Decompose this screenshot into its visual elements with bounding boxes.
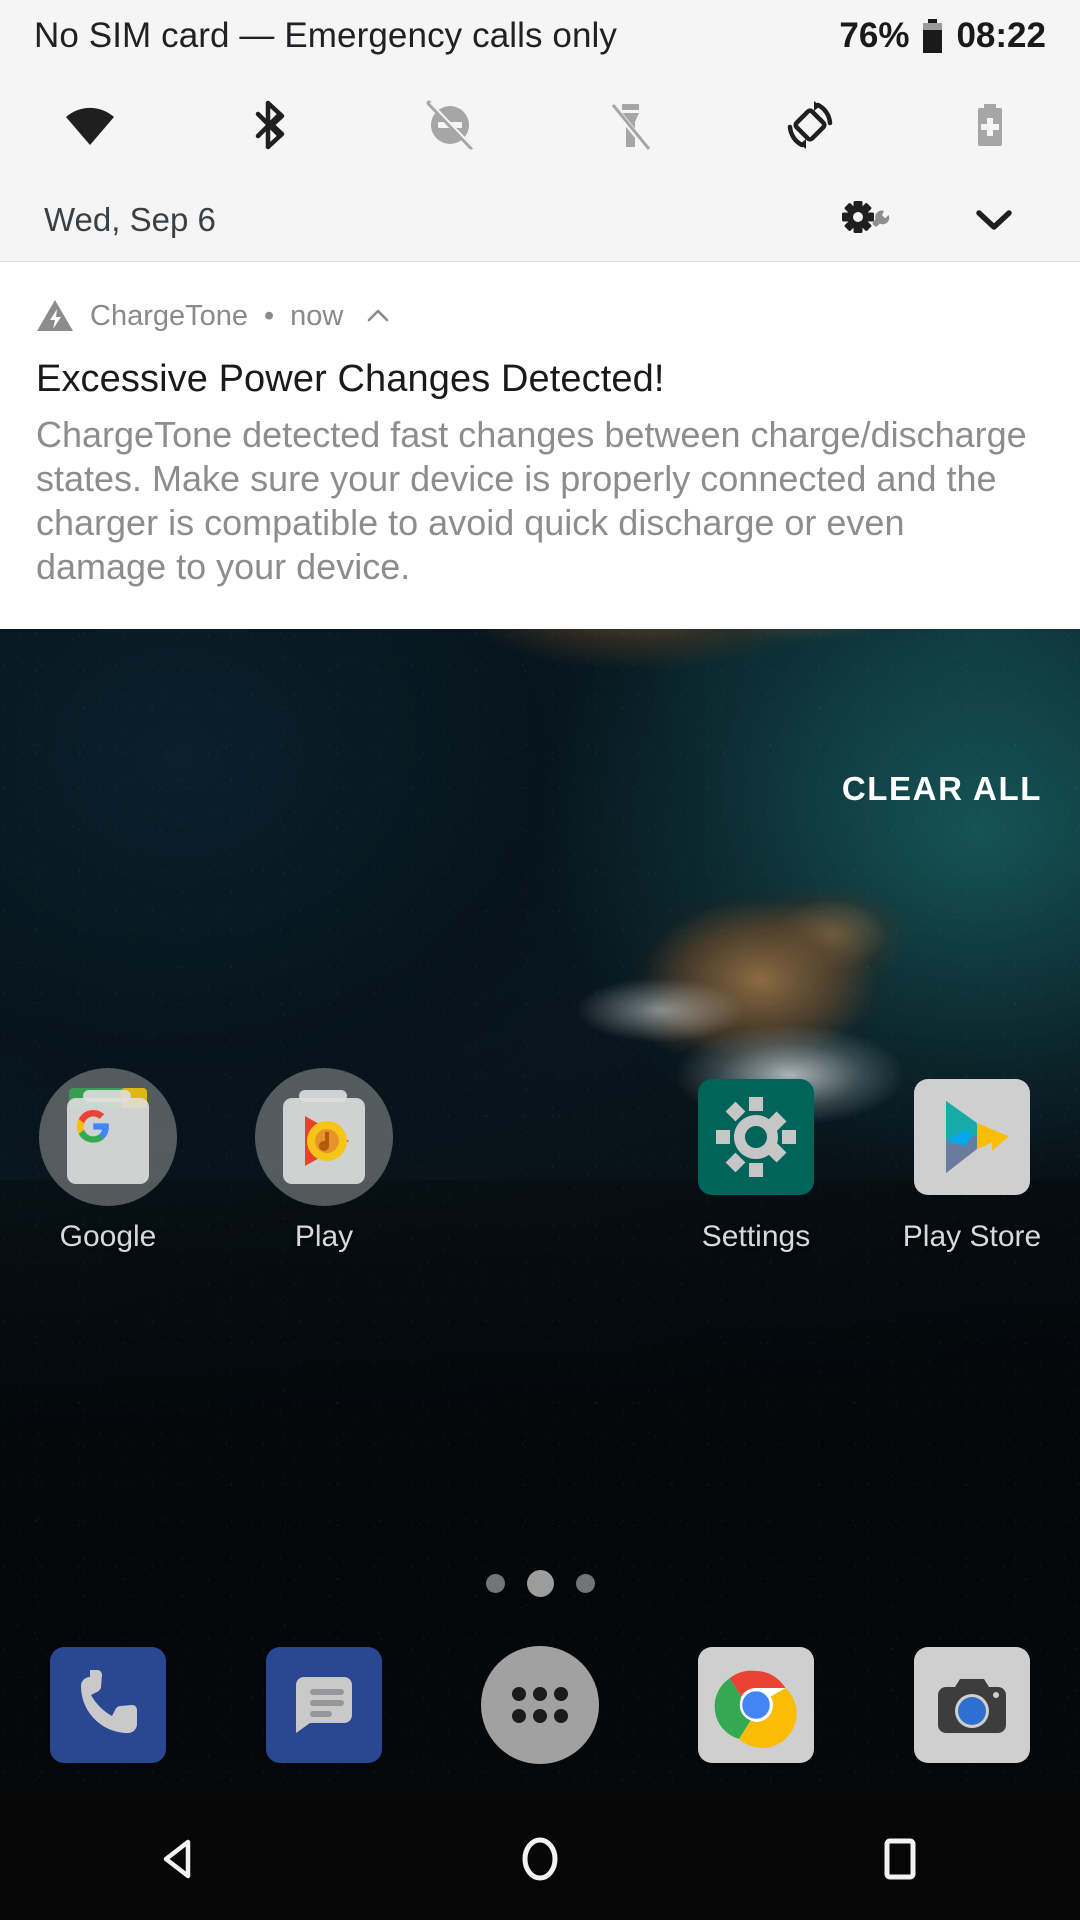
notification-shade: No SIM card — Emergency calls only 76% 0… [0, 0, 1080, 629]
flashlight-icon [609, 103, 651, 151]
chevron-up-icon[interactable] [365, 303, 391, 329]
app-label: Settings [701, 1220, 811, 1253]
dock-item-all-apps[interactable] [432, 1620, 648, 1790]
home-circle-icon [522, 1837, 558, 1881]
notification-chargetone[interactable]: ChargeTone • now Excessive Power Changes… [0, 262, 1080, 629]
page-dot-active[interactable] [526, 1570, 554, 1597]
clear-all-button[interactable]: CLEAR ALL [842, 770, 1042, 808]
home-screen-dock [0, 1620, 1080, 1790]
home-screen-app-row: Google Play Settings Play Store [0, 1068, 1080, 1308]
page-indicator [0, 1570, 1080, 1597]
notification-separator: • [264, 299, 275, 332]
quick-tile-bluetooth[interactable] [180, 72, 360, 178]
dock-item-camera[interactable] [864, 1620, 1080, 1790]
page-dot[interactable] [575, 1574, 595, 1593]
play-music-folder-preview-icon [283, 1090, 365, 1184]
notification-title: Excessive Power Changes Detected! [36, 358, 665, 400]
play-store-icon[interactable] [903, 1068, 1041, 1206]
app-settings[interactable]: Settings [648, 1068, 864, 1308]
back-triangle-icon [163, 1839, 191, 1879]
navigation-bar [0, 1798, 1080, 1920]
shade-actions [840, 199, 1036, 241]
carrier-label: No SIM card — Emergency calls only [34, 16, 618, 55]
battery-saver-icon [978, 104, 1002, 146]
date-label: Wed, Sep 6 [44, 200, 216, 238]
all-apps-icon[interactable] [481, 1646, 599, 1764]
chevron-down-glyph [976, 209, 1012, 230]
dock-item-phone[interactable] [0, 1620, 216, 1790]
app-folder-google[interactable]: Google [0, 1068, 216, 1308]
notification-app-name: ChargeTone [90, 299, 248, 332]
settings-gear-icon[interactable] [840, 199, 898, 241]
quick-tile-flashlight[interactable] [540, 72, 720, 178]
app-folder-play[interactable]: Play [216, 1068, 432, 1308]
app-slot-empty [432, 1068, 648, 1308]
back-button[interactable] [0, 1836, 360, 1882]
google-folder-icon[interactable] [39, 1068, 177, 1206]
settings-gear-wrench-glyph [842, 200, 890, 233]
chevron-down-icon[interactable] [972, 205, 1016, 235]
page-dot[interactable] [485, 1574, 505, 1593]
recents-square-icon [884, 1838, 916, 1880]
play-store-glyph [914, 1079, 1030, 1195]
app-label: Play Store [902, 1220, 1042, 1253]
dock-item-chrome[interactable] [648, 1620, 864, 1790]
notification-body: ChargeTone detected fast changes between… [36, 414, 1027, 587]
status-bar-clock: 08:22 [956, 16, 1046, 55]
wifi-icon [66, 107, 114, 145]
messages-icon [266, 1647, 382, 1763]
chargetone-warning-icon [37, 300, 73, 331]
quick-tile-battery-saver[interactable] [900, 72, 1080, 178]
google-folder-preview-icon [67, 1088, 149, 1184]
chrome-icon [698, 1647, 814, 1763]
app-play-store[interactable]: Play Store [864, 1068, 1080, 1308]
quick-settings-row [0, 72, 1080, 178]
battery-percent-label: 76% [839, 16, 910, 55]
app-label: Google [59, 1220, 157, 1253]
notification-timestamp: now [290, 299, 344, 332]
shade-date-row: Wed, Sep 6 [0, 178, 1080, 262]
all-apps-dots-glyph [512, 1687, 568, 1723]
do-not-disturb-icon [426, 100, 474, 150]
notification-header: ChargeTone • now [36, 296, 1044, 336]
settings-gear-glyph [698, 1079, 814, 1195]
quick-tile-wifi[interactable] [0, 72, 180, 178]
play-music-folder-icon[interactable] [255, 1068, 393, 1206]
camera-icon [914, 1647, 1030, 1763]
quick-tile-do-not-disturb[interactable] [360, 72, 540, 178]
bluetooth-icon [255, 100, 285, 150]
status-bar: No SIM card — Emergency calls only 76% 0… [0, 0, 1080, 72]
auto-rotate-icon [787, 101, 833, 149]
quick-tile-auto-rotate[interactable] [720, 72, 900, 178]
home-button[interactable] [360, 1834, 720, 1884]
status-bar-right: 76% 08:22 [839, 16, 1046, 56]
dock-item-messages[interactable] [216, 1620, 432, 1790]
battery-icon [923, 19, 943, 53]
phone-icon [50, 1647, 166, 1763]
recents-button[interactable] [720, 1835, 1080, 1883]
settings-app-icon[interactable] [687, 1068, 825, 1206]
app-label: Play [294, 1220, 354, 1253]
